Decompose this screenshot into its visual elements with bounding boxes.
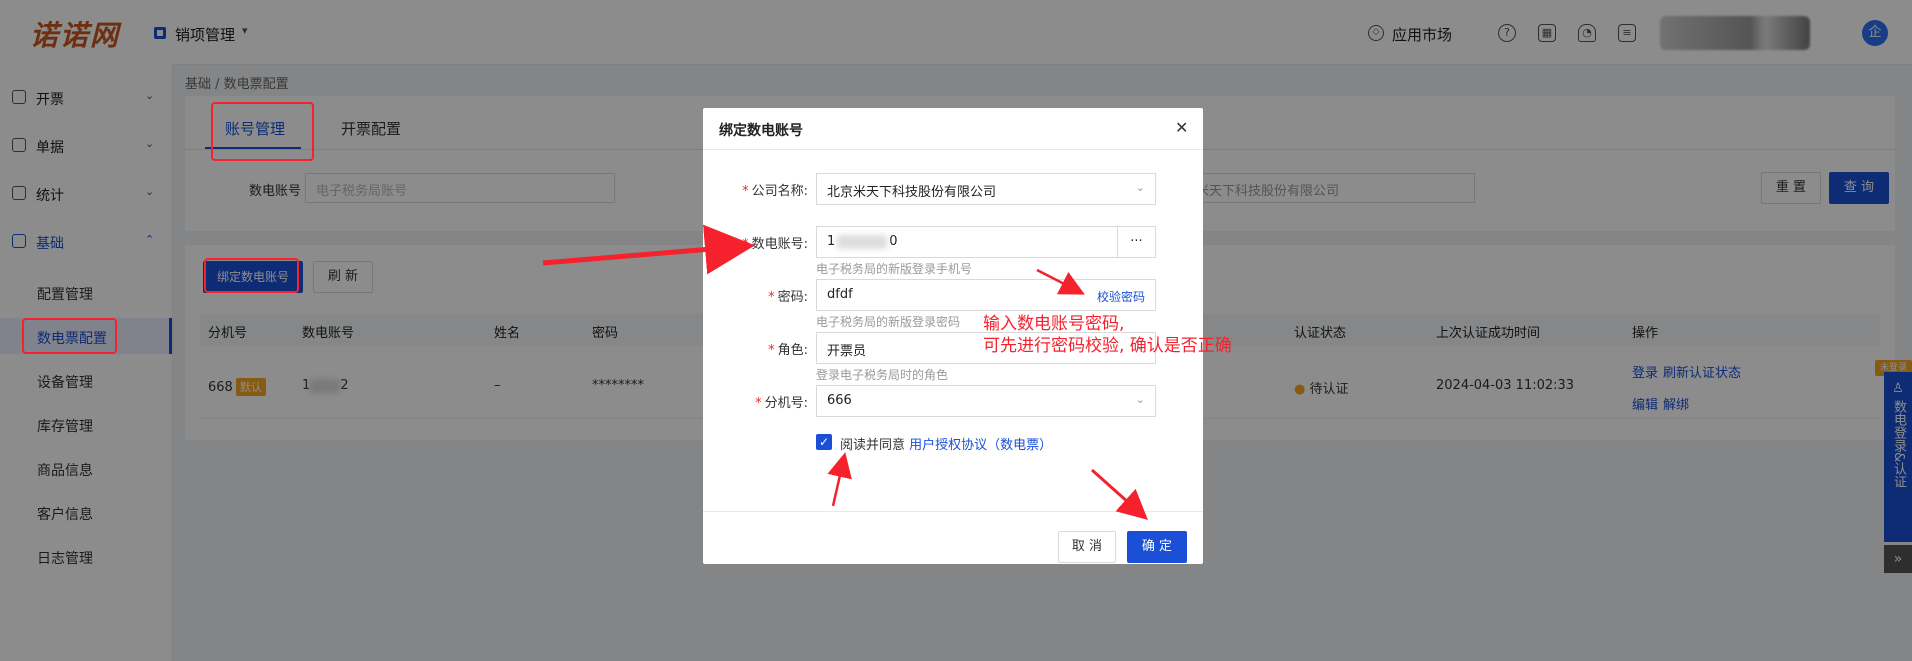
arrow-to-checkbox <box>827 452 852 507</box>
arrow-to-confirm <box>1091 468 1148 520</box>
annotation-arrows <box>542 224 1148 520</box>
arrow-to-account <box>542 224 755 275</box>
arrow-to-verify <box>1036 268 1085 295</box>
